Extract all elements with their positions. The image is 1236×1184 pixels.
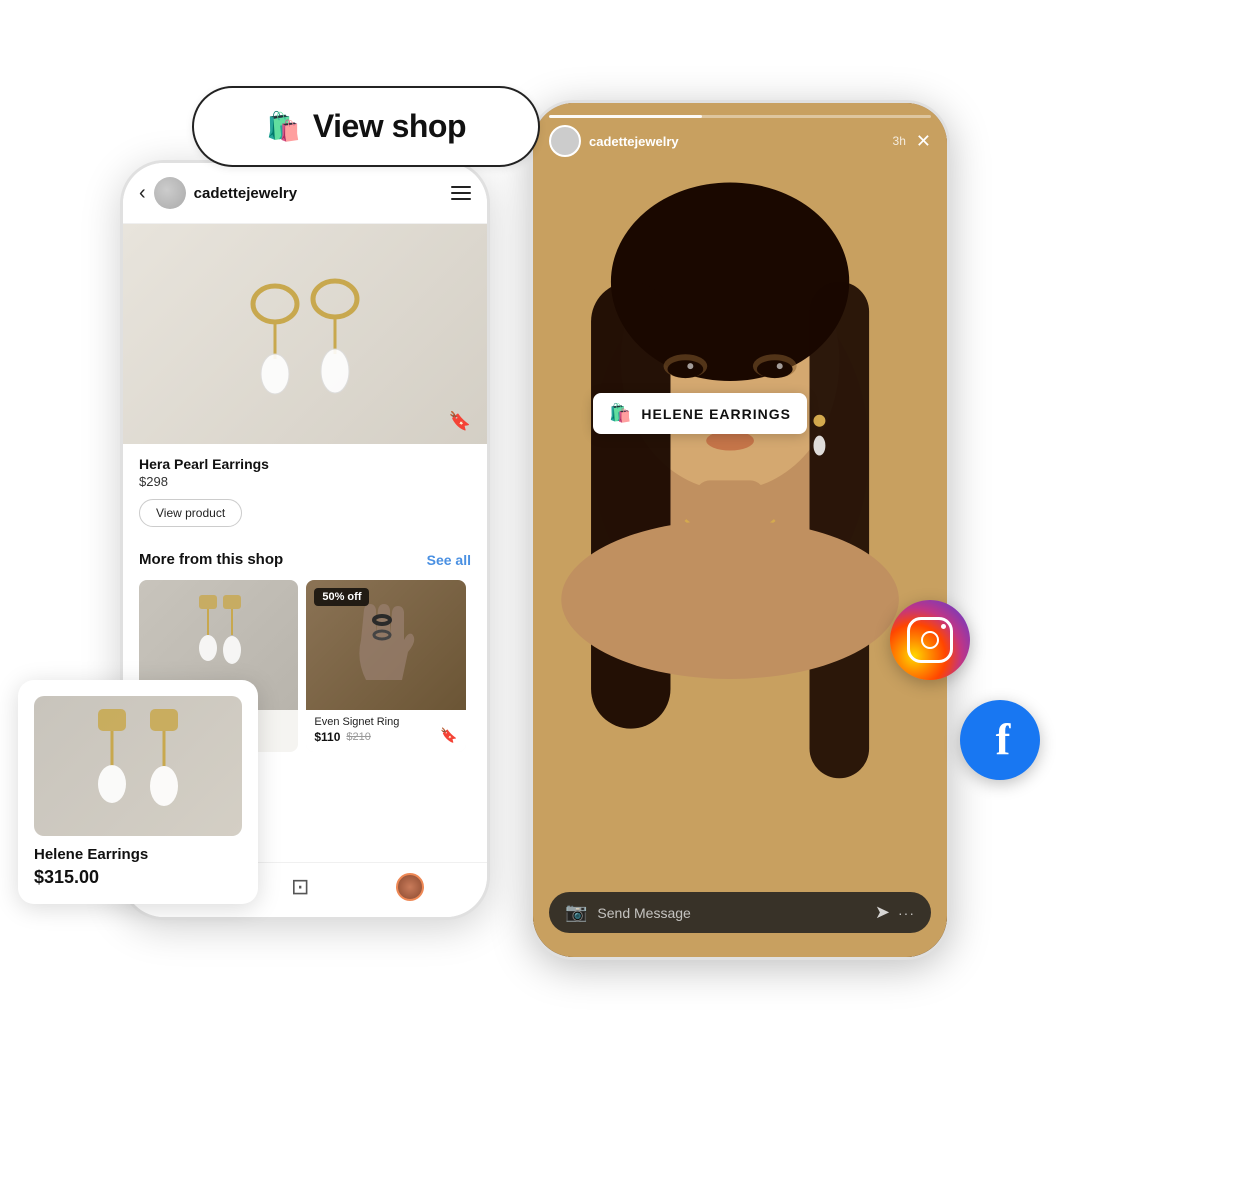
- back-arrow-icon[interactable]: ‹: [139, 182, 146, 205]
- phone-top-bar: ‹ cadettejewelry: [123, 163, 487, 224]
- more-title: More from this shop: [139, 551, 283, 568]
- shop-item-rings-name: Even Signet Ring: [314, 716, 457, 728]
- more-from-shop-section: More from this shop See all: [123, 539, 487, 574]
- product-bookmark-icon[interactable]: 🔖: [449, 411, 471, 432]
- shop-icon: 🛍️: [266, 110, 301, 143]
- product-card-image: [34, 696, 242, 836]
- scene: 🛍️ View shop ‹ cadettejewelry: [0, 0, 1236, 1184]
- floating-product-card: Helene Earrings $315.00: [18, 680, 258, 904]
- view-product-button[interactable]: View product: [139, 499, 242, 527]
- model-image: [533, 103, 947, 957]
- story-camera-icon: 📷: [565, 902, 587, 923]
- product-price: $298: [139, 474, 471, 489]
- shop-avatar: [154, 177, 186, 209]
- story-tag-bag-icon: 🛍️: [609, 403, 631, 424]
- story-message-placeholder: Send Message: [597, 905, 866, 921]
- discount-badge: 50% off: [314, 588, 369, 606]
- instagram-inner-icon: [907, 617, 953, 663]
- product-image-area: 🔖: [123, 224, 487, 444]
- facebook-f-icon: f: [996, 718, 1011, 762]
- shop-item-rings-price: $110: [314, 730, 340, 744]
- story-username: cadettejewelry: [589, 134, 887, 149]
- instagram-badge[interactable]: [890, 600, 970, 680]
- story-progress-fill: [549, 115, 702, 118]
- instagram-lens: [921, 631, 939, 649]
- shop-name-label: cadettejewelry: [194, 185, 451, 202]
- view-shop-label: View shop: [313, 108, 466, 145]
- story-product-tag[interactable]: 🛍️ HELENE EARRINGS: [593, 393, 807, 434]
- product-card-price: $315.00: [34, 867, 242, 888]
- facebook-badge[interactable]: f: [960, 700, 1040, 780]
- shop-item-rings-original-price: $210: [346, 731, 370, 743]
- shop-grid-item-rings[interactable]: 50% off Even Signet Ring $110 $210 🔖: [306, 580, 465, 752]
- story-header: cadettejewelry 3h ✕: [549, 125, 931, 157]
- product-info: Hera Pearl Earrings $298 View product: [123, 444, 487, 539]
- story-tag-product-name: HELENE EARRINGS: [641, 406, 791, 422]
- story-send-message-bar[interactable]: 📷 Send Message ➤ ···: [549, 892, 931, 933]
- story-send-icon[interactable]: ➤: [875, 902, 890, 923]
- product-card-name: Helene Earrings: [34, 846, 242, 863]
- reel-icon[interactable]: ⊡: [291, 874, 309, 900]
- profile-avatar[interactable]: [396, 873, 424, 901]
- story-user-avatar: [549, 125, 581, 157]
- story-background: cadettejewelry 3h ✕ 🛍️ HELENE EARRINGS 📷…: [533, 103, 947, 957]
- story-more-icon[interactable]: ···: [898, 905, 915, 921]
- see-all-button[interactable]: See all: [427, 552, 471, 568]
- instagram-dot: [941, 624, 946, 629]
- story-progress-bar: [549, 115, 931, 118]
- right-phone: cadettejewelry 3h ✕ 🛍️ HELENE EARRINGS 📷…: [530, 100, 950, 960]
- story-close-icon[interactable]: ✕: [916, 131, 931, 152]
- earring-illustration: [123, 224, 487, 444]
- story-time: 3h: [893, 134, 906, 148]
- hamburger-menu-icon[interactable]: [451, 186, 471, 200]
- item-bookmark-icon[interactable]: 🔖: [440, 727, 457, 744]
- product-name: Hera Pearl Earrings: [139, 456, 471, 472]
- view-shop-button[interactable]: 🛍️ View shop: [192, 86, 540, 167]
